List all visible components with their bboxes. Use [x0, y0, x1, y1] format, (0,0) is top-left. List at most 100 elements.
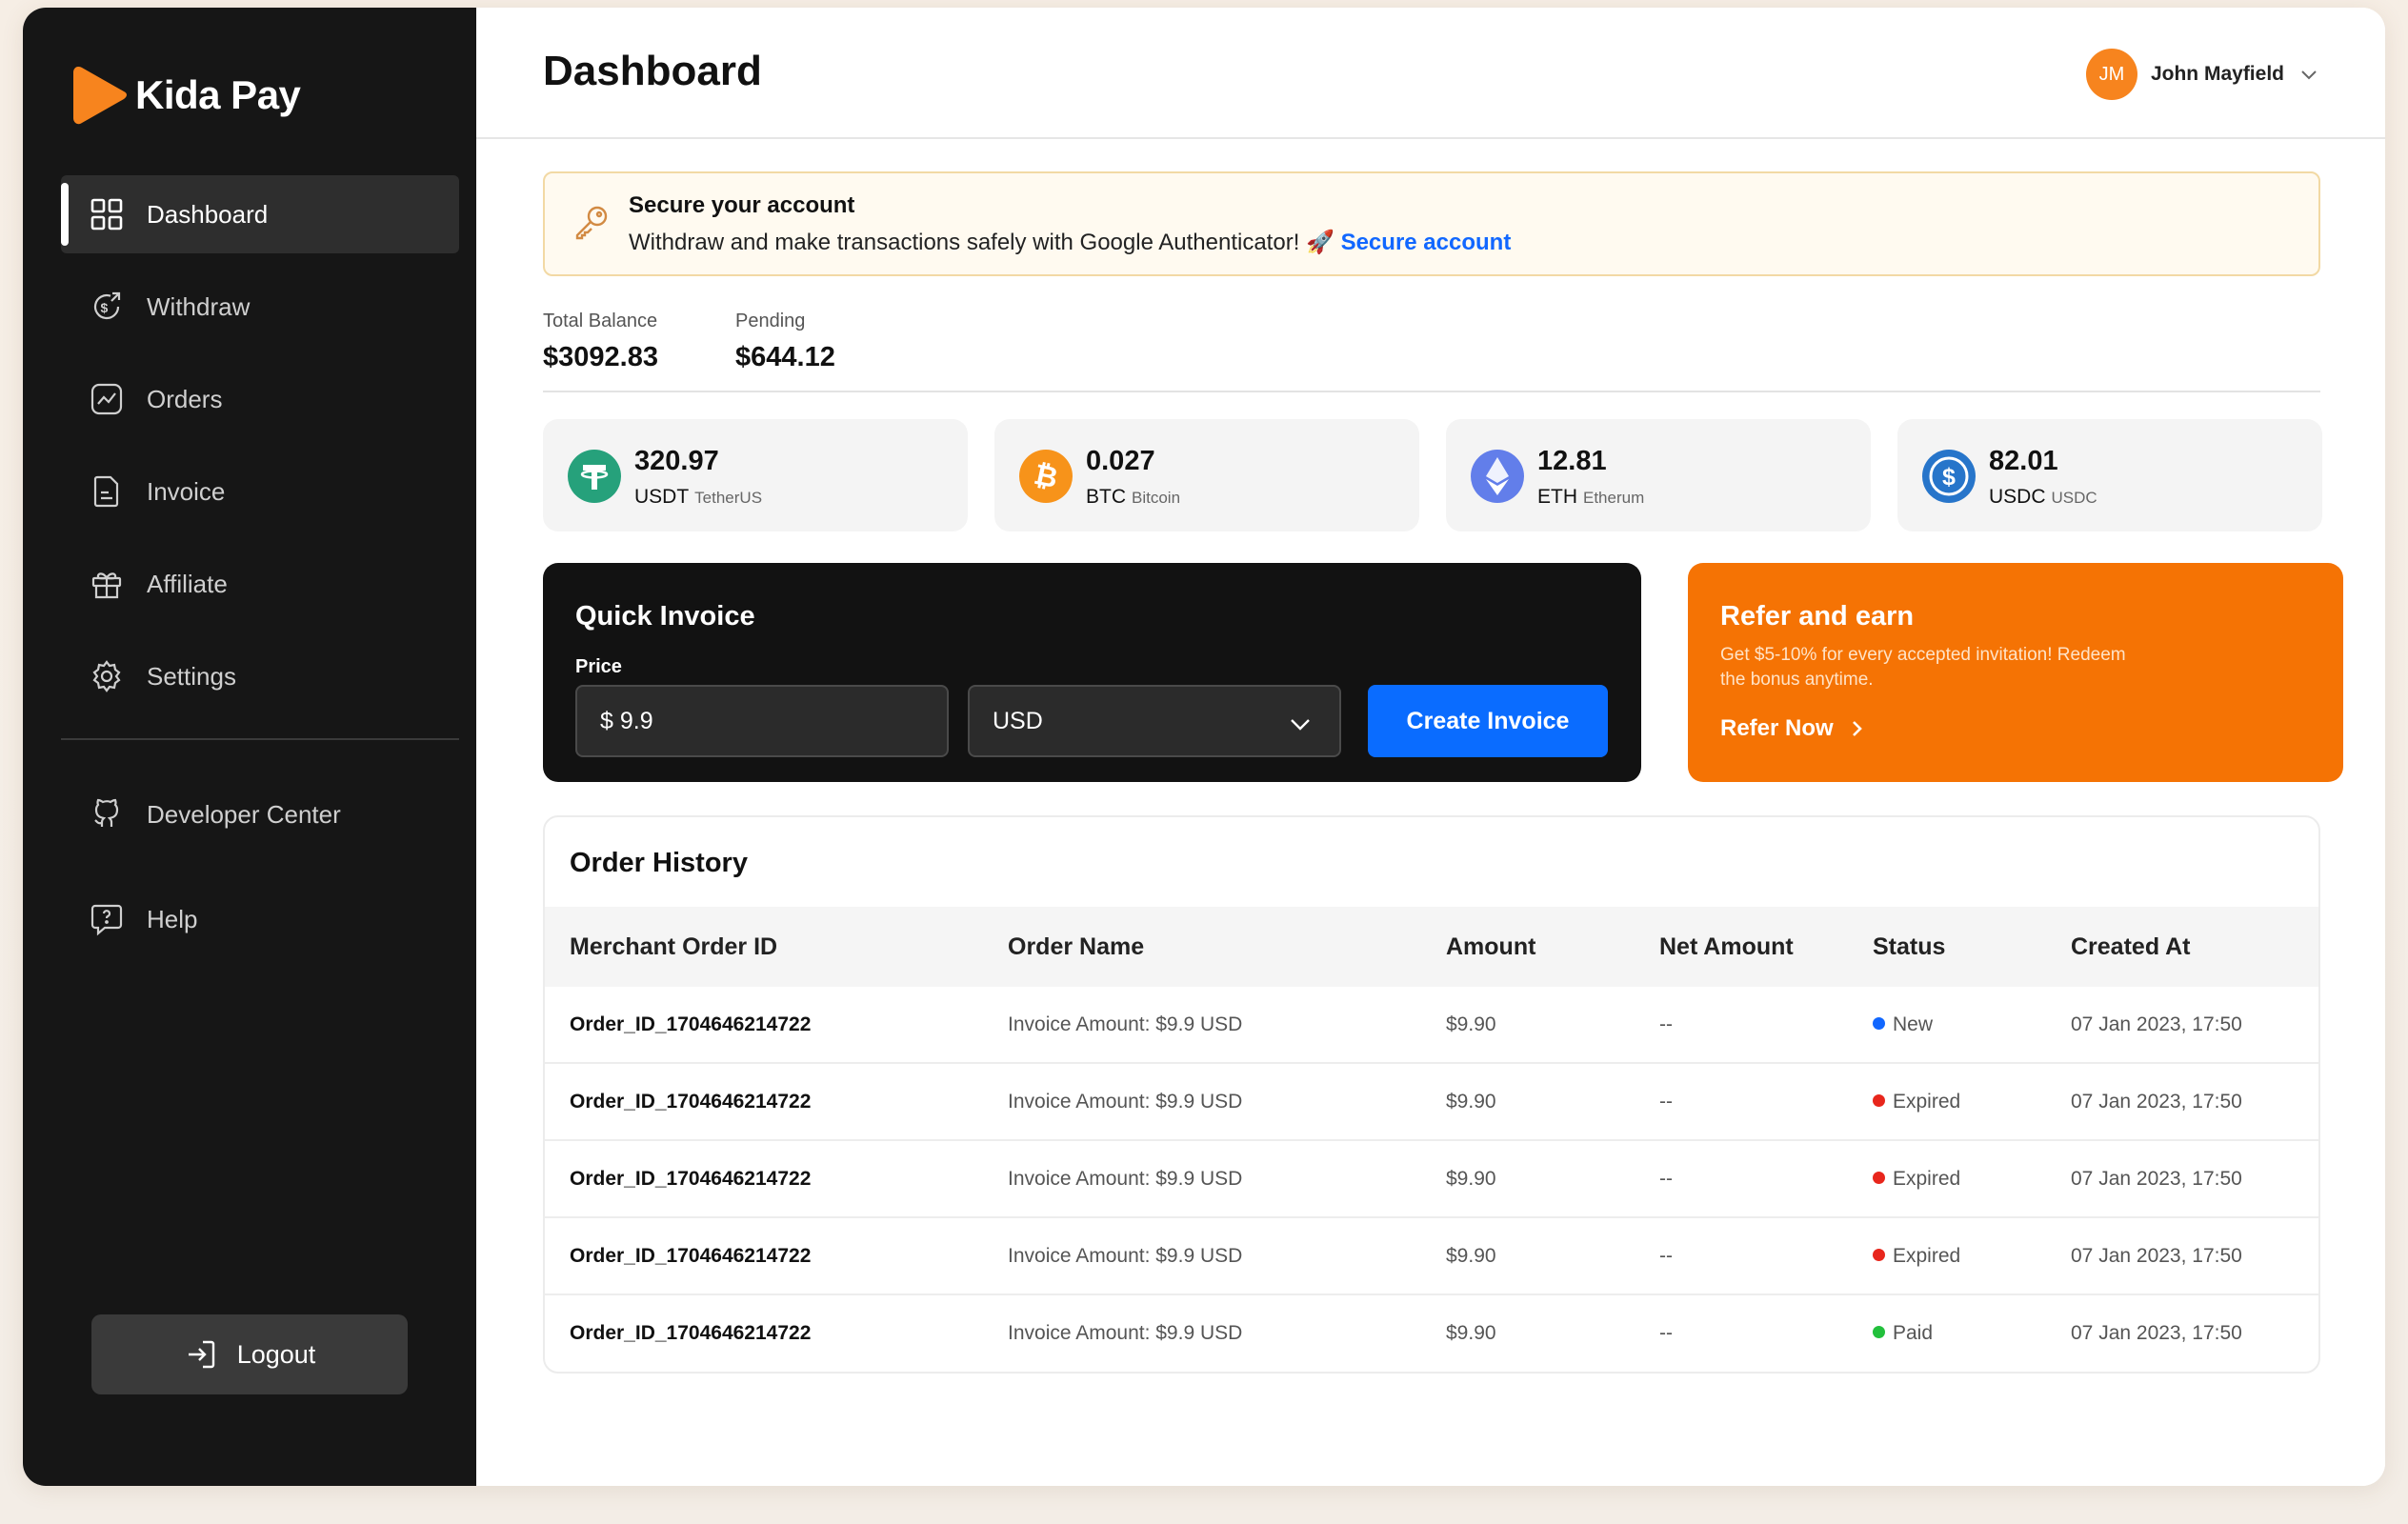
sidebar-item-invoice[interactable]: Invoice [61, 452, 459, 531]
cell-amount: $9.90 [1446, 1322, 1496, 1344]
sidebar-item-label: Invoice [147, 476, 226, 506]
coin-symbol: ETH Etherum [1537, 486, 1644, 509]
total-balance-label: Total Balance [543, 311, 658, 331]
table-row[interactable]: Order_ID_1704646214722 Invoice Amount: $9… [545, 1218, 2318, 1295]
table-row[interactable]: Order_ID_1704646214722 Invoice Amount: $9… [545, 1295, 2318, 1372]
coin-amount: 0.027 [1086, 446, 1155, 476]
sidebar-item-orders[interactable]: Orders [61, 360, 459, 438]
cell-status: New [1873, 987, 1933, 1063]
sidebar-item-settings[interactable]: Settings [61, 637, 459, 715]
coin-amount: 82.01 [1989, 446, 2058, 476]
table-row[interactable]: Order_ID_1704646214722 Invoice Amount: $9… [545, 1064, 2318, 1141]
svg-text:$: $ [101, 300, 109, 315]
cell-net: -- [1659, 1091, 1673, 1113]
github-icon [90, 797, 124, 832]
bitcoin-icon: ₿ [1019, 450, 1073, 503]
status-text: Expired [1893, 1168, 1961, 1190]
user-menu[interactable]: JM John Mayfield [2085, 49, 2320, 100]
table-row[interactable]: Order_ID_1704646214722 Invoice Amount: $9… [545, 1141, 2318, 1218]
coin-card-btc[interactable]: ₿ 0.027 BTC Bitcoin [994, 419, 1419, 531]
quick-invoice-card: Quick Invoice Price $ 9.9 USD Create Inv… [543, 563, 1641, 782]
balance-divider [543, 391, 2320, 392]
status-dot-icon [1873, 1171, 1885, 1184]
withdraw-dollar-icon: $ [90, 290, 124, 324]
orders-chart-icon [90, 382, 124, 416]
pending-value: $644.12 [735, 342, 835, 372]
cell-status: Expired [1873, 1141, 1960, 1217]
status-dot-icon [1873, 1093, 1885, 1107]
sidebar-item-affiliate[interactable]: Affiliate [61, 545, 459, 623]
table-row[interactable]: Order_ID_1704646214722 Invoice Amount: $9… [545, 987, 2318, 1064]
currency-value: USD [993, 707, 1043, 734]
usdc-icon: $ [1922, 450, 1976, 503]
sidebar-secondary-nav: Developer Center Help [61, 775, 459, 985]
refer-now-label: Refer Now [1720, 715, 1834, 741]
status-dot-icon [1873, 1016, 1885, 1030]
coin-card-usdt[interactable]: 320.97 USDT TetherUS [543, 419, 968, 531]
column-header[interactable]: Order Name [1008, 907, 1144, 987]
sidebar-item-label: Settings [147, 661, 236, 691]
sidebar-item-developer-center[interactable]: Developer Center [61, 775, 459, 853]
coin-amount: 320.97 [634, 446, 719, 476]
quick-invoice-title: Quick Invoice [575, 601, 755, 632]
app-window: Kida Pay Dashboard $ Withdraw Orders Inv… [23, 8, 2385, 1486]
cell-net: -- [1659, 1245, 1673, 1267]
currency-select[interactable]: USD [968, 685, 1341, 757]
cell-amount: $9.90 [1446, 1245, 1496, 1267]
cell-status: Expired [1873, 1064, 1960, 1140]
column-header[interactable]: Merchant Order ID [570, 907, 777, 987]
refer-card: Refer and earn Get $5-10% for every acce… [1688, 563, 2343, 782]
ethereum-icon [1471, 450, 1524, 503]
settings-gear-icon [90, 659, 124, 693]
sidebar-item-label: Help [147, 904, 198, 933]
status-dot-icon [1873, 1248, 1885, 1261]
cell-amount: $9.90 [1446, 1168, 1496, 1190]
svg-text:$: $ [1942, 464, 1956, 491]
chevron-down-icon [2301, 70, 2317, 80]
cell-net: -- [1659, 1013, 1673, 1035]
cell-id: Order_ID_1704646214722 [570, 1013, 812, 1035]
top-bar: Dashboard JM John Mayfield [476, 8, 2385, 139]
sidebar-item-label: Orders [147, 384, 223, 413]
cell-amount: $9.90 [1446, 1091, 1496, 1113]
cell-created: 07 Jan 2023, 17:50 [2071, 1013, 2242, 1035]
coin-card-eth[interactable]: 12.81 ETH Etherum [1446, 419, 1871, 531]
coin-name: USDC [2051, 489, 2097, 507]
coin-symbol: USDT TetherUS [634, 486, 762, 509]
cell-status: Expired [1873, 1218, 1960, 1294]
help-chat-icon [90, 902, 124, 936]
column-header[interactable]: Net Amount [1659, 907, 1794, 987]
coin-name: Etherum [1583, 489, 1645, 507]
total-balance: Total Balance $3092.83 [543, 311, 658, 373]
column-header[interactable]: Amount [1446, 907, 1535, 987]
sidebar-divider [61, 738, 459, 740]
create-invoice-button[interactable]: Create Invoice [1368, 685, 1608, 757]
total-balance-value: $3092.83 [543, 342, 658, 372]
invoice-document-icon [90, 474, 124, 509]
sidebar-item-withdraw[interactable]: $ Withdraw [61, 268, 459, 346]
coin-symbol: BTC Bitcoin [1086, 486, 1180, 509]
cell-created: 07 Jan 2023, 17:50 [2071, 1322, 2242, 1344]
cell-net: -- [1659, 1322, 1673, 1344]
cell-name: Invoice Amount: $9.9 USD [1008, 1091, 1243, 1113]
sidebar-item-help[interactable]: Help [61, 880, 459, 958]
column-header[interactable]: Created At [2071, 907, 2191, 987]
refer-title: Refer and earn [1720, 601, 1915, 632]
tether-icon [568, 450, 621, 503]
cell-created: 07 Jan 2023, 17:50 [2071, 1245, 2242, 1267]
price-input[interactable]: $ 9.9 [575, 685, 949, 757]
coin-symbol: USDC USDC [1989, 486, 2097, 509]
alert-message: Withdraw and make transactions safely wi… [629, 230, 1334, 255]
coin-card-usdc[interactable]: $ 82.01 USDC USDC [1897, 419, 2322, 531]
status-text: Expired [1893, 1091, 1961, 1113]
chevron-down-icon [1291, 719, 1310, 731]
logo[interactable]: Kida Pay [72, 65, 301, 126]
refer-now-button[interactable]: Refer Now [1720, 715, 1868, 742]
logout-button[interactable]: Logout [91, 1314, 408, 1394]
coin-amount: 12.81 [1537, 446, 1607, 476]
sidebar-item-dashboard[interactable]: Dashboard [61, 175, 459, 253]
column-header[interactable]: Status [1873, 907, 1945, 987]
cell-status: Paid [1873, 1295, 1933, 1372]
pending-label: Pending [735, 311, 806, 331]
secure-account-link[interactable]: Secure account [1341, 230, 1512, 255]
